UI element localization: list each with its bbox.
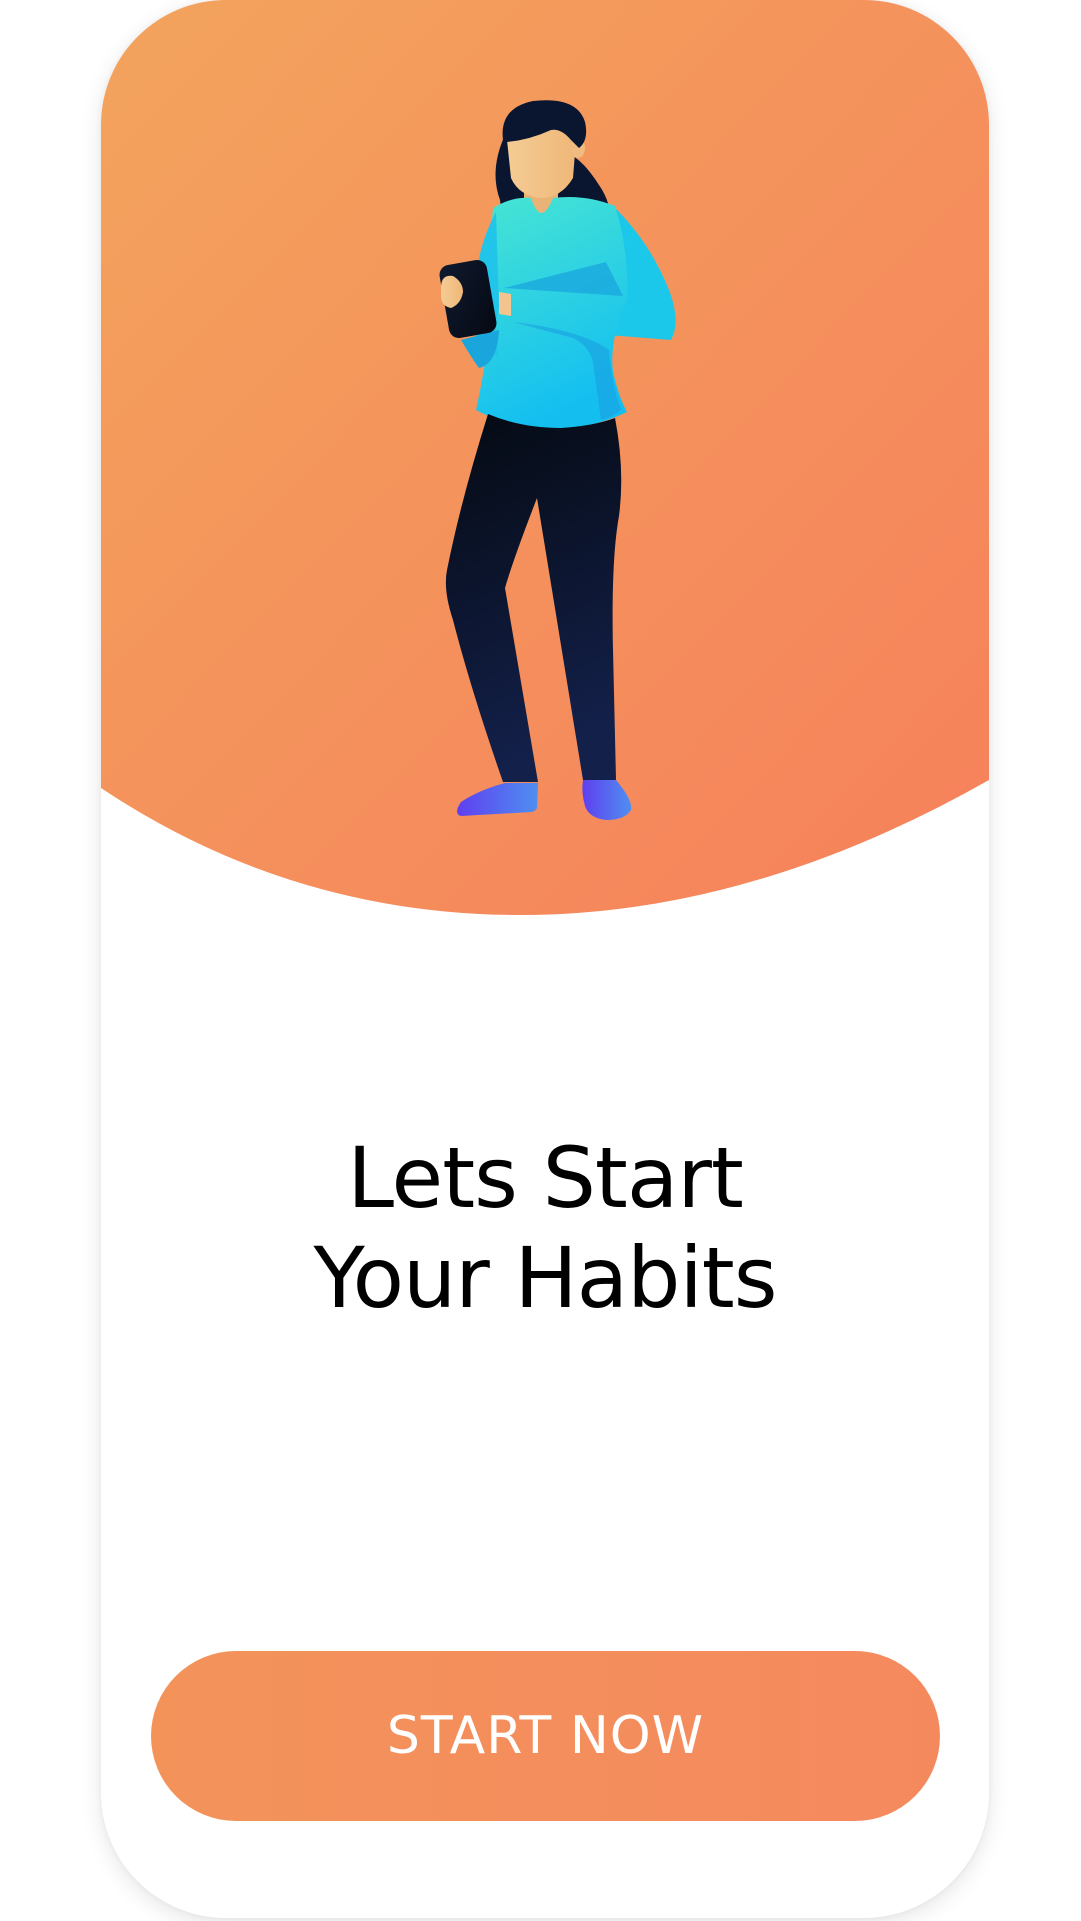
woman-holding-phone-illustration bbox=[439, 100, 676, 820]
app-screen: Lets Start Your Habits START NOW bbox=[0, 0, 1081, 1921]
headline-line-1: Lets Start bbox=[347, 1129, 744, 1227]
start-now-button[interactable]: START NOW bbox=[151, 1651, 940, 1821]
onboarding-card: Lets Start Your Habits START NOW bbox=[101, 0, 989, 1918]
onboarding-headline: Lets Start Your Habits bbox=[101, 1128, 989, 1328]
headline-line-2: Your Habits bbox=[313, 1229, 777, 1327]
